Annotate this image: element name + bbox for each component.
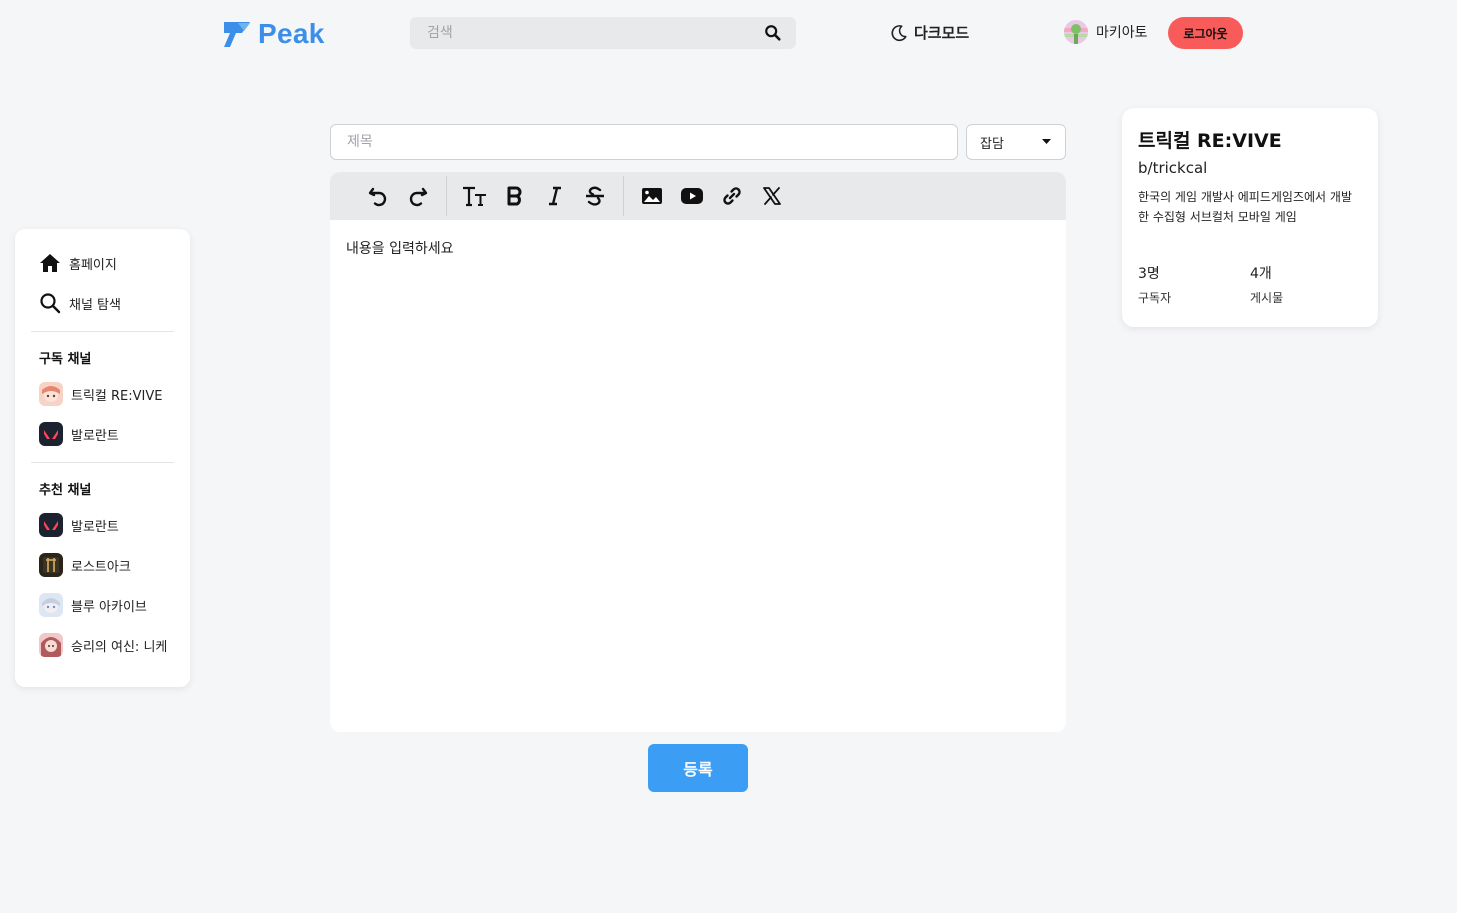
sidebar-item-trickcal[interactable]: 트릭컬 RE:VIVE [31, 374, 174, 414]
trickcal-icon [39, 382, 63, 406]
image-icon[interactable] [632, 176, 672, 216]
stat-label: 구독자 [1138, 291, 1172, 305]
stat-posts: 4개 게시물 [1250, 263, 1362, 306]
moon-icon [891, 24, 907, 41]
bluearchive-icon [39, 593, 63, 617]
divider [31, 462, 174, 463]
youtube-icon[interactable] [672, 176, 712, 216]
toolbar-separator [623, 176, 624, 216]
sidebar-item-label: 블루 아카이브 [71, 599, 147, 615]
stat-value: 3명 [1138, 266, 1160, 282]
darkmode-label: 다크모드 [914, 24, 970, 42]
stat-label: 게시물 [1250, 291, 1284, 305]
stat-subscribers: 3명 구독자 [1138, 263, 1250, 306]
search-input[interactable] [427, 25, 764, 41]
sidebar-item-label: 발로란트 [71, 428, 119, 444]
channel-title: 트릭컬 RE:VIVE [1138, 130, 1282, 152]
channel-handle: b/trickcal [1138, 159, 1208, 177]
italic-icon[interactable] [535, 176, 575, 216]
sidebar-item-explore[interactable]: 채널 탐색 [31, 283, 174, 323]
sidebar-item-nikke[interactable]: 승리의 여신: 니케 [31, 625, 174, 665]
channel-info-card: 트릭컬 RE:VIVE b/trickcal 한국의 게임 개발사 에피드게임즈… [1122, 108, 1378, 327]
subscribed-title: 구독 채널 [39, 352, 92, 367]
valorant-icon [39, 422, 63, 446]
sidebar-item-valorant[interactable]: 발로란트 [31, 505, 174, 545]
logout-button[interactable]: 로그아웃 [1168, 17, 1243, 49]
home-icon [39, 252, 61, 274]
user-profile[interactable]: 마키아토 [1064, 20, 1148, 44]
sidebar-item-label: 로스트아크 [71, 559, 131, 575]
content-editor[interactable]: 내용을 입력하세요 [330, 220, 1066, 732]
title-input[interactable] [330, 124, 958, 160]
category-value: 잡담 [980, 136, 1004, 152]
submit-button[interactable]: 등록 [648, 744, 748, 792]
sidebar-item-label: 발로란트 [71, 519, 119, 535]
sidebar-item-label: 채널 탐색 [69, 297, 121, 313]
nikke-icon [39, 633, 63, 657]
search-icon[interactable] [764, 24, 782, 42]
recommended-title: 추천 채널 [39, 483, 92, 498]
sidebar-item-lostark[interactable]: 로스트아크 [31, 545, 174, 585]
sidebar-item-label: 홈페이지 [69, 257, 117, 273]
strikethrough-icon[interactable] [575, 176, 615, 216]
avatar [1064, 20, 1088, 44]
channel-stats: 3명 구독자 4개 게시물 [1138, 263, 1362, 306]
lostark-icon [39, 553, 63, 577]
sidebar-item-label: 승리의 여신: 니케 [71, 639, 168, 655]
valorant-icon [39, 513, 63, 537]
content-placeholder: 내용을 입력하세요 [346, 241, 454, 257]
sidebar-item-home[interactable]: 홈페이지 [31, 243, 174, 283]
link-icon[interactable] [712, 176, 752, 216]
channel-description: 한국의 게임 개발사 에피드게임즈에서 개발한 수집형 서브컬처 모바일 게임 [1138, 190, 1352, 224]
darkmode-toggle[interactable]: 다크모드 [890, 22, 969, 43]
sidebar-item-bluearchive[interactable]: 블루 아카이브 [31, 585, 174, 625]
redo-icon[interactable] [398, 176, 438, 216]
peak-logo[interactable]: Peak [222, 18, 325, 50]
divider [31, 331, 174, 332]
editor-toolbar [330, 172, 1066, 220]
x-icon[interactable] [752, 176, 792, 216]
peak-logo-icon [224, 22, 250, 47]
username: 마키아토 [1096, 25, 1148, 41]
search-bar[interactable] [410, 17, 796, 49]
sidebar-item-valorant[interactable]: 발로란트 [31, 414, 174, 454]
stat-value: 4개 [1250, 266, 1272, 282]
toolbar-separator [446, 176, 447, 216]
bold-icon[interactable] [495, 176, 535, 216]
brand-name: Peak [258, 18, 325, 49]
caret-down-icon [1042, 139, 1051, 144]
text-size-icon[interactable] [455, 176, 495, 216]
undo-icon[interactable] [358, 176, 398, 216]
sidebar-item-label: 트릭컬 RE:VIVE [71, 388, 163, 404]
search-icon [39, 292, 61, 314]
category-select[interactable]: 잡담 [966, 124, 1066, 160]
sidebar: 홈페이지 채널 탐색 구독 채널 트릭컬 RE:VIVE 발로란트 추천 채널 … [15, 229, 190, 687]
